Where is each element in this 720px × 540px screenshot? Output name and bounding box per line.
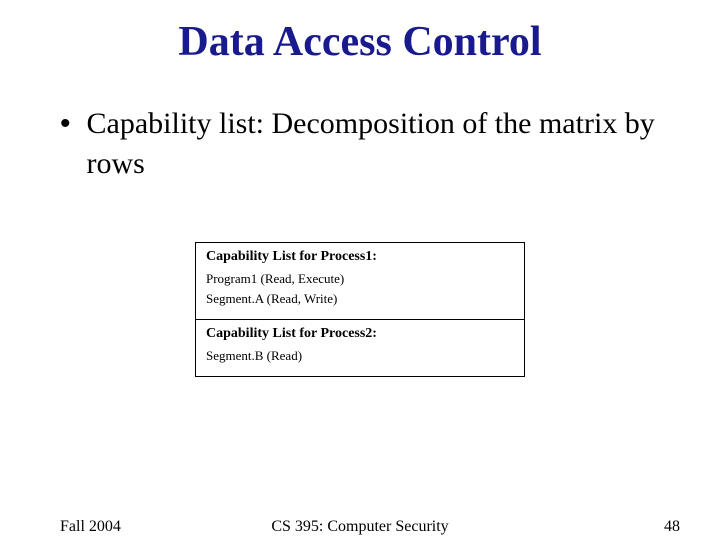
cap-item: Segment.A (Read, Write)	[206, 291, 514, 307]
cap-item: Program1 (Read, Execute)	[206, 271, 514, 287]
bullet-marker: •	[60, 104, 71, 144]
bullet-text: Capability list: Decomposition of the ma…	[87, 104, 666, 184]
footer-center: CS 395: Computer Security	[0, 518, 720, 536]
bullet-item: • Capability list: Decomposition of the …	[0, 104, 720, 184]
slide-title: Data Access Control	[0, 18, 720, 66]
table-row: Capability List for Process2: Segment.B …	[196, 320, 525, 377]
cap-header-1: Capability List for Process1:	[206, 249, 514, 265]
cap-header-2: Capability List for Process2:	[206, 326, 514, 342]
cap-item: Segment.B (Read)	[206, 348, 514, 364]
footer-right: 48	[664, 518, 680, 536]
capability-cell-process2: Capability List for Process2: Segment.B …	[196, 320, 525, 377]
capability-cell-process1: Capability List for Process1: Program1 (…	[196, 243, 525, 320]
table-row: Capability List for Process1: Program1 (…	[196, 243, 525, 320]
capability-table-wrap: Capability List for Process1: Program1 (…	[0, 242, 720, 377]
slide: Data Access Control • Capability list: D…	[0, 18, 720, 540]
capability-table: Capability List for Process1: Program1 (…	[195, 242, 525, 377]
